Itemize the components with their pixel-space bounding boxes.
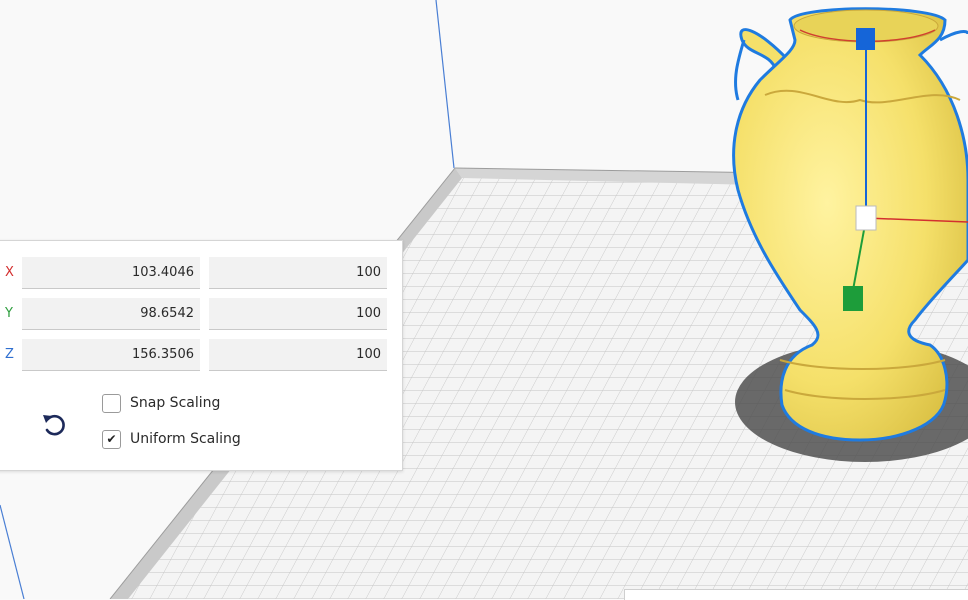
bottom-panel-edge [624,589,968,600]
rotate-ccw-icon [43,414,65,436]
x-size-input[interactable]: 103.4046 [22,257,200,289]
z-scale-handle[interactable] [856,28,875,50]
scale-tool-panel: X 103.4046 100 Y 98.6542 100 Z 156.3506 … [0,240,403,471]
snap-scaling-option[interactable]: Snap Scaling [102,392,220,414]
uniform-scaling-option[interactable]: ✔ Uniform Scaling [102,428,241,450]
center-scale-handle[interactable] [855,205,877,231]
snap-scaling-checkbox[interactable] [102,393,121,413]
uniform-scaling-checkbox[interactable]: ✔ [102,429,121,449]
z-axis-label: Z [5,347,14,362]
reset-scale-button[interactable] [37,407,71,441]
snap-scaling-label: Snap Scaling [130,395,221,411]
vase-model[interactable] [732,7,968,462]
x-percent-input[interactable]: 100 [209,257,387,289]
x-axis-label: X [5,265,14,280]
z-size-input[interactable]: 156.3506 [22,339,200,371]
y-size-input[interactable]: 98.6542 [22,298,200,330]
y-percent-input[interactable]: 100 [209,298,387,330]
checkmark-icon: ✔ [106,432,117,446]
uniform-scaling-label: Uniform Scaling [130,431,241,447]
z-percent-input[interactable]: 100 [209,339,387,371]
y-axis-label: Y [5,306,13,321]
y-scale-handle[interactable] [843,286,863,311]
